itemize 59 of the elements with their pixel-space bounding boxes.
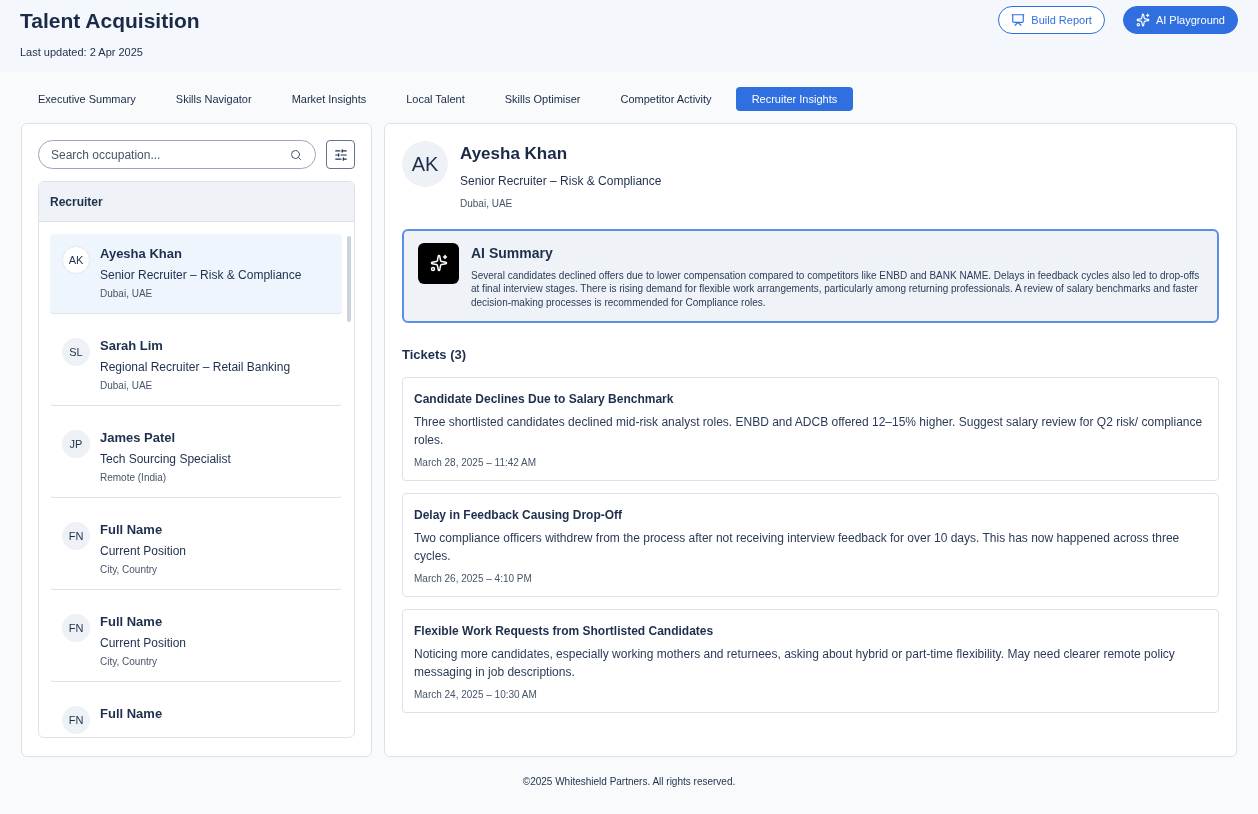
search-field[interactable]: Search occupation...	[38, 140, 316, 169]
recruiter-position: Current Position	[100, 544, 187, 558]
recruiter-position: Regional Recruiter – Retail Banking	[100, 360, 291, 374]
profile-position: Senior Recruiter – Risk & Compliance	[460, 172, 662, 190]
tab[interactable]: Competitor Activity	[604, 87, 728, 111]
page-title: Talent Acquisition	[20, 8, 200, 34]
avatar: SL	[62, 338, 90, 366]
list-title: Recruiter	[50, 193, 103, 211]
avatar: JP	[62, 430, 90, 458]
recruiter-location: City, Country	[100, 655, 159, 669]
recruiter-position: Senior Recruiter – Risk & Compliance	[100, 268, 302, 282]
ticket-title: Candidate Declines Due to Salary Benchmark	[414, 390, 675, 408]
recruiter-location: Dubai, UAE	[100, 379, 154, 393]
search-icon	[290, 149, 302, 161]
recruiter-name: Ayesha Khan	[100, 246, 183, 262]
tab[interactable]: Market Insights	[275, 87, 383, 111]
avatar: FN	[62, 522, 90, 550]
ticket-text: Three shortlisted candidates declined mid-risk analyst roles. ENBD and ADCB offered 12–15% higher. Suggest salary review for Q2 risk/ compliance roles.	[414, 413, 1204, 449]
build-report-button[interactable]: Build Report	[998, 6, 1105, 34]
recruiter-name: Full Name	[100, 614, 164, 630]
ai-playground-button[interactable]: AI Playground	[1122, 6, 1238, 34]
tab[interactable]: Recruiter Insights	[735, 87, 854, 111]
ticket-time: March 26, 2025 – 4:10 PM	[414, 571, 533, 586]
ticket-title: Delay in Feedback Causing Drop-Off	[414, 506, 624, 524]
filter-button[interactable]	[326, 140, 355, 169]
ai-summary-title: AI Summary	[471, 243, 554, 263]
tab[interactable]: Local Talent	[390, 87, 481, 111]
profile-location: Dubai, UAE	[460, 196, 514, 211]
chart-board-icon	[1011, 13, 1026, 27]
recruiter-location: Remote (India)	[100, 471, 168, 485]
recruiter-name: James Patel	[100, 430, 177, 446]
profile-name: Ayesha Khan	[460, 143, 569, 165]
recruiter-position: Current Position	[100, 636, 187, 650]
recruiter-position: Tech Sourcing Specialist	[100, 452, 231, 466]
recruiter-item[interactable]: AK Ayesha Khan Senior Recruiter – Risk & Compliance Dubai, UAE	[50, 234, 342, 314]
recruiter-location: Dubai, UAE	[100, 287, 154, 301]
recruiter-name: Full Name	[100, 706, 163, 722]
last-updated: Last updated: 2 Apr 2025	[20, 45, 144, 60]
settings-icon	[333, 147, 348, 162]
recruiter-name: Full Name	[100, 522, 164, 538]
tab[interactable]: Executive Summary	[22, 87, 152, 111]
ticket-time: March 28, 2025 – 11:42 AM	[414, 455, 538, 470]
ticket-text: Two compliance officers withdrew from the process after not receiving interview feedback for over 10 days. This has now happened across three cycles.	[414, 529, 1181, 565]
tickets-title: Tickets (3)	[402, 346, 468, 364]
sparkle-icon	[1135, 13, 1150, 27]
recruiter-name: Sarah Lim	[100, 338, 164, 354]
ticket-title: Flexible Work Requests from Shortlisted Candidates	[414, 622, 715, 640]
footer-text: ©2025 Whiteshield Partners. All rights reserved.	[522, 775, 736, 789]
avatar: AK	[62, 246, 90, 274]
recruiter-location: City, Country	[100, 563, 159, 577]
tab[interactable]: Skills Optimiser	[488, 87, 597, 111]
tab[interactable]: Skills Navigator	[159, 87, 268, 111]
ai-summary-text: Several candidates declined offers due to lower compensation compared to competitors like ENBD and BANK NAME. Delays in feedback cycles also led to drop-offs at final interview stages. There is rising demand for flexible work arrangements, particularly among returning professionals. A review of salary benchmarks and faster decision-making processes is recommended for Compliance roles.	[471, 268, 1201, 309]
ticket-time: March 24, 2025 – 10:30 AM	[414, 687, 538, 702]
avatar: FN	[62, 614, 90, 642]
avatar: FN	[62, 706, 90, 734]
ticket-text: Noticing more candidates, especially working mothers and returnees, asking about hybrid or part-time flexibility. May need clearer remote policy messaging in job descriptions.	[414, 645, 1176, 681]
profile-avatar: AK	[402, 141, 448, 187]
sparkle-icon	[418, 242, 459, 284]
